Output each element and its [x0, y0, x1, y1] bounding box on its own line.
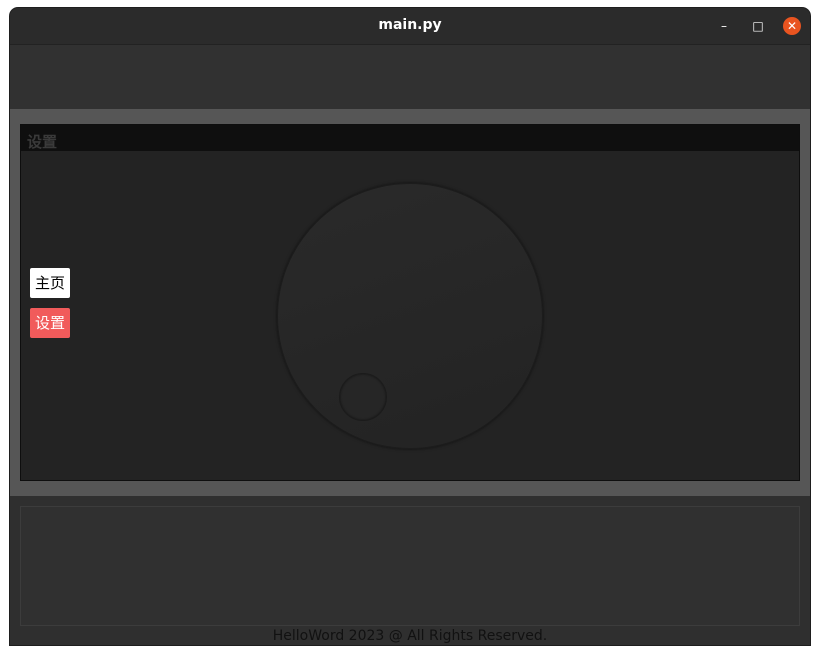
panel-title: 设置	[27, 133, 58, 151]
close-button[interactable]: ✕	[783, 17, 801, 35]
nav-home-button[interactable]: 主页	[30, 268, 70, 298]
panel-header: 设置	[21, 125, 799, 151]
maximize-button[interactable]: □	[749, 17, 767, 35]
window-title: main.py	[378, 17, 442, 33]
app-window: main.py – □ ✕ 设置 主页 设置 HelloWord 2023 @ …	[10, 8, 810, 645]
rotary-knob[interactable]	[277, 183, 543, 449]
settings-panel: 设置 主页 设置	[20, 124, 800, 481]
minimize-button[interactable]: –	[715, 17, 733, 35]
content-frame: 设置 主页 设置	[10, 109, 810, 496]
title-bar: main.py – □ ✕	[10, 8, 810, 45]
output-box	[20, 506, 800, 626]
nav-settings-button[interactable]: 设置	[30, 308, 70, 338]
bottom-area: HelloWord 2023 @ All Rights Reserved.	[10, 496, 810, 645]
footer-text: HelloWord 2023 @ All Rights Reserved.	[272, 628, 548, 644]
toolbar-area	[10, 45, 810, 109]
knob-indicator	[339, 373, 387, 421]
